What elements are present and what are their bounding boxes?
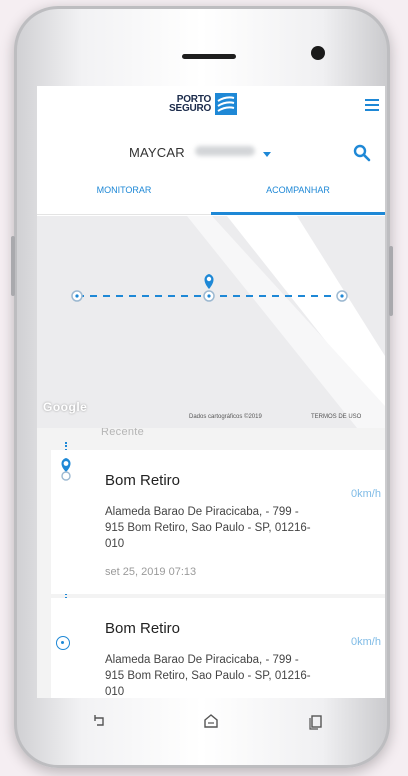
map-view[interactable]: Google Dados cartográficos ©2019 TERMOS … xyxy=(37,216,385,428)
location-pin-icon[interactable] xyxy=(204,274,214,289)
search-icon[interactable] xyxy=(353,144,371,162)
sheet-label: Recente xyxy=(101,428,145,438)
vehicle-selector[interactable]: MAYCAR xyxy=(37,138,385,168)
android-nav-bar xyxy=(37,698,385,746)
address-text: Alameda Barao De Piracicaba, - 799 - 915… xyxy=(105,654,311,698)
front-camera xyxy=(311,46,325,60)
blurred-plate xyxy=(195,146,255,156)
timestamp: set 25, 2019 07:13 xyxy=(105,566,197,578)
route-point-middle[interactable] xyxy=(203,290,215,302)
place-name: Bom Retiro xyxy=(105,620,181,637)
back-icon[interactable] xyxy=(89,710,111,732)
tab-bar: MONITORAR ACOMPANHAR xyxy=(37,178,385,215)
earpiece xyxy=(182,54,236,59)
route-point-end[interactable] xyxy=(336,290,348,302)
tab-monitorar[interactable]: MONITORAR xyxy=(37,178,211,212)
list-item[interactable]: Bom Retiro Alameda Barao De Piracicaba, … xyxy=(51,598,385,698)
logo-mark-icon xyxy=(215,93,238,115)
recent-apps-icon[interactable] xyxy=(305,710,327,732)
tab-acompanhar[interactable]: ACOMPANHAR xyxy=(211,178,385,212)
map-canvas xyxy=(71,216,385,428)
app-screen: PORTO SEGURO MAYCAR MONITORAR ACOMPANHAR xyxy=(37,86,385,698)
speed-value: 0km/h xyxy=(351,488,381,500)
place-name: Bom Retiro xyxy=(105,472,181,489)
location-pin-icon xyxy=(61,458,71,481)
address-text: Alameda Barao De Piracicaba, - 799 - 915… xyxy=(105,506,311,550)
app-bar: PORTO SEGURO xyxy=(37,86,385,126)
volume-button xyxy=(11,236,15,296)
list-item[interactable]: Bom Retiro Alameda Barao De Piracicaba, … xyxy=(51,450,385,594)
google-watermark: Google xyxy=(43,400,88,414)
hamburger-menu-icon[interactable] xyxy=(365,99,379,111)
map-attribution: Dados cartográficos ©2019 xyxy=(189,414,262,420)
porto-seguro-logo: PORTO SEGURO xyxy=(169,91,238,117)
logo-text: PORTO SEGURO xyxy=(169,95,212,114)
route-point-start[interactable] xyxy=(71,290,83,302)
active-tab-indicator xyxy=(211,212,385,215)
history-list: Recente Bom Retiro Alameda Barao De Pira… xyxy=(37,428,385,698)
logo-line-2: SEGURO xyxy=(169,103,212,114)
home-icon[interactable] xyxy=(200,710,222,732)
chevron-down-icon[interactable] xyxy=(263,152,271,157)
map-terms-link[interactable]: TERMOS DE USO xyxy=(311,414,361,420)
vehicle-name: MAYCAR xyxy=(129,145,185,160)
timeline-node-icon xyxy=(56,636,70,650)
power-button xyxy=(389,246,393,316)
speed-value: 0km/h xyxy=(351,636,381,648)
